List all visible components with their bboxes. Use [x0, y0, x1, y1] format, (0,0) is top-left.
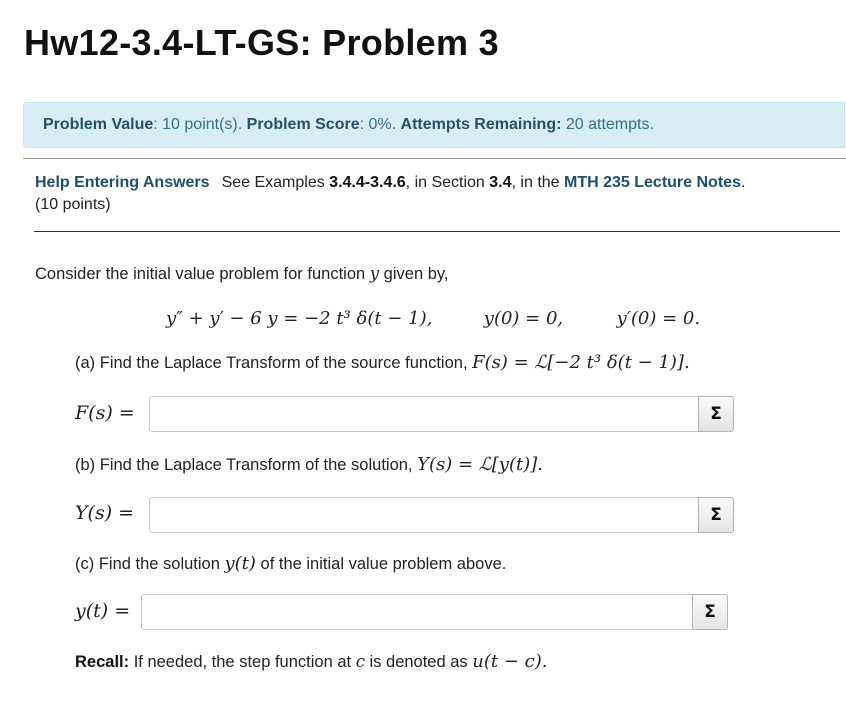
problem-score: : 0%. — [359, 116, 397, 133]
equation-editor-a-button[interactable]: Σ — [698, 396, 734, 432]
points-text: (10 points) — [35, 196, 111, 213]
part-a-text: (a) Find the Laplace Transform of the so… — [75, 354, 473, 372]
equation-editor-c-button[interactable]: Σ — [692, 594, 728, 630]
help-text: See Examples — [221, 174, 330, 191]
part-c-math: y(t) — [224, 553, 256, 574]
attempts-remaining: 20 attempts. — [561, 116, 654, 133]
page-title: Hw12-3.4-LT-GS: Problem 3 — [24, 22, 499, 63]
lecture-notes-link[interactable]: MTH 235 Lecture Notes — [564, 174, 741, 191]
problem-value-label: Problem Value — [43, 116, 154, 133]
equation-editor-b-button[interactable]: Σ — [698, 497, 734, 533]
help-text: , in the — [511, 174, 565, 191]
divider — [23, 158, 846, 159]
problem-intro: Consider the initial value problem for f… — [35, 264, 449, 284]
recall-text: If needed, the step function at — [129, 653, 356, 671]
problem-score-label: Problem Score — [246, 116, 360, 133]
part-c-prompt: (c) Find the solution y(t) of the initia… — [75, 553, 506, 574]
intro-text: given by, — [379, 265, 449, 283]
problem-value: : 10 point(s). — [153, 116, 243, 133]
recall-c: c — [355, 652, 365, 671]
intro-variable: y — [369, 264, 380, 283]
help-text: , in Section — [405, 174, 490, 191]
recall-math: u(t − c). — [472, 651, 548, 672]
answer-c-input[interactable] — [141, 594, 693, 630]
recall-label: Recall: — [75, 653, 130, 671]
help-text: . — [740, 174, 746, 191]
recall-note: Recall: If needed, the step function at … — [75, 651, 547, 672]
part-b-math: Y(s) = ℒ[y(t)]. — [417, 454, 543, 475]
examples-ref: 3.4.4-3.4.6 — [329, 174, 406, 191]
section-ref: 3.4 — [489, 174, 512, 191]
part-c-text: (c) Find the solution — [75, 555, 225, 573]
help-entering-answers-link[interactable]: Help Entering Answers — [35, 174, 210, 191]
initial-condition-1: y(0) = 0, — [483, 308, 564, 329]
intro-text: Consider the initial value problem for f… — [35, 265, 370, 283]
part-b-prompt: (b) Find the Laplace Transform of the so… — [75, 454, 543, 475]
answer-b-input[interactable] — [149, 497, 699, 533]
ode: y″ + y′ − 6 y = −2 t³ δ(t − 1), — [166, 308, 433, 329]
attempts-remaining-label: Attempts Remaining: — [400, 116, 562, 133]
answer-a-label: F(s) = — [75, 402, 135, 424]
part-a-math: F(s) = ℒ[−2 t³ δ(t − 1)]. — [472, 352, 690, 373]
part-b-text: (b) Find the Laplace Transform of the so… — [75, 456, 418, 474]
divider — [34, 231, 840, 232]
part-c-text: of the initial value problem above. — [255, 555, 507, 573]
help-section: Help Entering Answers See Examples 3.4.4-… — [35, 172, 835, 216]
answer-c-label: y(t) = — [75, 600, 131, 622]
ode-equation: y″ + y′ − 6 y = −2 t³ δ(t − 1), y(0) = 0… — [166, 308, 700, 329]
initial-condition-2: y′(0) = 0. — [616, 308, 701, 329]
answer-a-input[interactable] — [149, 396, 699, 432]
problem-status-bar: Problem Value: 10 point(s). Problem Scor… — [23, 102, 845, 148]
part-a-prompt: (a) Find the Laplace Transform of the so… — [75, 352, 690, 373]
recall-text: is denoted as — [364, 653, 473, 671]
answer-b-label: Y(s) = — [75, 502, 135, 524]
